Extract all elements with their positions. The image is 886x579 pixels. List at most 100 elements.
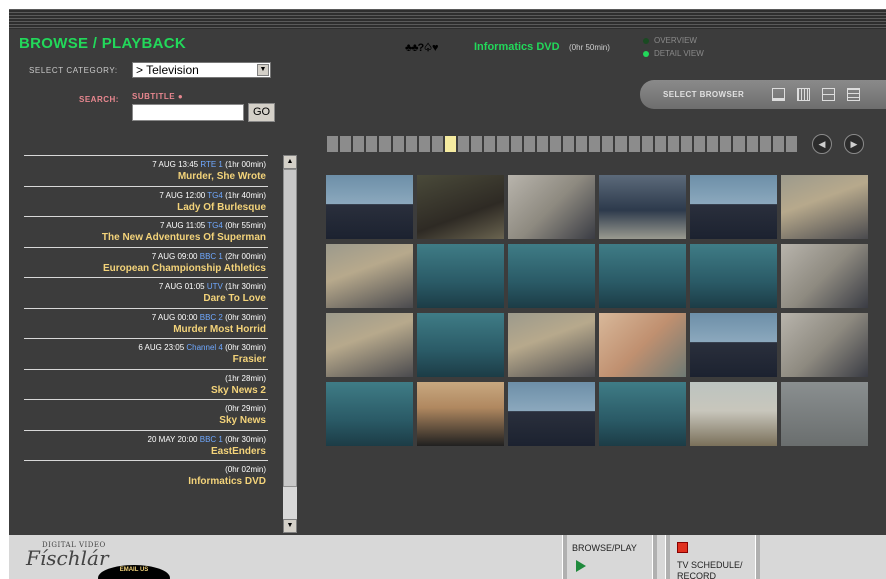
list-item[interactable]: 7 AUG 13:45 RTE 1 (1hr 00min) Murder, She… — [24, 155, 268, 185]
keyframe-thumbnail[interactable] — [326, 313, 413, 377]
search-input[interactable] — [132, 104, 244, 121]
record-icon[interactable] — [677, 542, 688, 553]
keyframe-thumbnail[interactable] — [508, 175, 595, 239]
search-label: SEARCH: — [79, 95, 119, 104]
timeline-segment[interactable] — [353, 136, 365, 152]
keyframe-thumbnail[interactable] — [690, 175, 777, 239]
timeline-segment[interactable] — [733, 136, 745, 152]
timeline-segment[interactable] — [680, 136, 693, 152]
prev-page-icon[interactable]: ◀ — [812, 134, 832, 154]
timeline-segment[interactable] — [510, 136, 522, 152]
timeline-segment[interactable] — [785, 136, 797, 152]
timeline-segment[interactable] — [418, 136, 430, 152]
grid-small-icon[interactable] — [797, 88, 810, 101]
keyframe-thumbnail[interactable] — [781, 382, 868, 446]
keyframe-thumbnail[interactable] — [508, 382, 595, 446]
scroll-up-icon[interactable]: ▲ — [283, 155, 297, 169]
grid-large-icon[interactable] — [847, 88, 860, 101]
category-select[interactable]: > Television ▼ — [132, 62, 271, 78]
list-item[interactable]: 7 AUG 12:00 TG4 (1hr 40min) Lady Of Burle… — [24, 185, 268, 216]
list-item[interactable]: 20 MAY 20:00 BBC 1 (0hr 30min) EastEnders — [24, 429, 268, 460]
timeline-bar[interactable] — [327, 136, 797, 152]
timeline-segment[interactable] — [720, 136, 732, 152]
timeline-segment[interactable] — [589, 136, 601, 152]
keyframe-thumbnail[interactable] — [417, 244, 504, 308]
play-icon[interactable] — [576, 560, 586, 572]
keyframe-thumbnail[interactable] — [417, 175, 504, 239]
keyframe-thumbnail[interactable] — [417, 382, 504, 446]
timeline-segment[interactable] — [484, 136, 496, 152]
next-page-icon[interactable]: ▶ — [844, 134, 864, 154]
timeline-segment[interactable] — [694, 136, 706, 152]
keyframe-thumbnail[interactable] — [508, 244, 595, 308]
timeline-segment[interactable] — [654, 136, 666, 152]
tv-schedule-button[interactable]: TV SCHEDULE/ RECORD — [677, 560, 743, 579]
detail-view-option[interactable]: DETAIL VIEW — [643, 49, 704, 58]
list-item[interactable]: (0hr 29min) Sky News — [24, 399, 268, 429]
timeline-segment[interactable] — [327, 136, 339, 152]
timeline-segment[interactable] — [523, 136, 535, 152]
keyframe-thumbnail[interactable] — [690, 244, 777, 308]
keyframe-thumbnail[interactable] — [326, 382, 413, 446]
keyframe-thumbnail[interactable] — [326, 244, 413, 308]
go-button[interactable]: GO — [248, 103, 275, 122]
timeline-segment[interactable] — [615, 136, 627, 152]
timeline-segment[interactable] — [641, 136, 653, 152]
timeline-segment[interactable] — [392, 136, 404, 152]
scroll-thumb[interactable] — [283, 169, 297, 487]
keyframe-grid — [326, 175, 868, 446]
keyframe-thumbnail[interactable] — [690, 382, 777, 446]
list-item[interactable]: 7 AUG 00:00 BBC 2 (0hr 30min) Murder Most… — [24, 307, 268, 338]
list-item[interactable]: 7 AUG 11:05 TG4 (0hr 55min) The New Adven… — [24, 216, 268, 246]
single-frame-icon[interactable] — [772, 88, 785, 101]
scroll-down-icon[interactable]: ▼ — [283, 519, 297, 533]
chevron-down-icon[interactable]: ▼ — [257, 64, 269, 76]
timeline-segment[interactable] — [379, 136, 391, 152]
keyframe-thumbnail[interactable] — [781, 244, 868, 308]
timeline-segment[interactable] — [562, 136, 575, 152]
keyframe-thumbnail[interactable] — [690, 313, 777, 377]
timeline-segment[interactable] — [549, 136, 561, 152]
keyframe-thumbnail[interactable] — [417, 313, 504, 377]
browse-play-label[interactable]: BROWSE/PLAY — [572, 543, 637, 553]
keyframe-thumbnail[interactable] — [508, 313, 595, 377]
list-item[interactable]: 7 AUG 01:05 UTV (1hr 30min) Dare To Love — [24, 277, 268, 307]
timeline-segment[interactable] — [759, 136, 771, 152]
timeline-segment[interactable] — [628, 136, 640, 152]
timeline-segment[interactable] — [536, 136, 548, 152]
timeline-segment[interactable] — [602, 136, 614, 152]
radio-on-icon — [643, 50, 649, 57]
list-item[interactable]: (0hr 02min) Informatics DVD — [24, 460, 268, 490]
keyframe-thumbnail[interactable] — [599, 175, 686, 239]
program-meta: (1hr 28min) — [225, 373, 266, 383]
timeline-segment[interactable] — [444, 136, 457, 152]
program-meta: 7 AUG 12:00 TG4 (1hr 40min) — [159, 190, 266, 200]
keyframe-thumbnail[interactable] — [599, 244, 686, 308]
timeline-segment[interactable] — [707, 136, 719, 152]
timeline-segment[interactable] — [405, 136, 417, 152]
select-browser-label: SELECT BROWSER — [663, 90, 745, 99]
timeline-segment[interactable] — [576, 136, 588, 152]
grid-medium-icon[interactable] — [822, 88, 835, 101]
keyframe-thumbnail[interactable] — [781, 313, 868, 377]
timeline-segment[interactable] — [667, 136, 679, 152]
timeline-segment[interactable] — [772, 136, 784, 152]
overview-option[interactable]: OVERVIEW — [643, 36, 697, 45]
timeline-segment[interactable] — [746, 136, 758, 152]
keyframe-thumbnail[interactable] — [326, 175, 413, 239]
timeline-segment[interactable] — [458, 136, 470, 152]
keyframe-thumbnail[interactable] — [781, 175, 868, 239]
list-item[interactable]: 7 AUG 09:00 BBC 1 (2hr 00min) European Ch… — [24, 246, 268, 277]
keyframe-thumbnail[interactable] — [599, 382, 686, 446]
timeline-segment[interactable] — [471, 136, 483, 152]
timeline-segment[interactable] — [497, 136, 509, 152]
list-item[interactable]: (1hr 28min) Sky News 2 — [24, 368, 268, 399]
timeline-segment[interactable] — [431, 136, 443, 152]
keyframe-thumbnail[interactable] — [599, 313, 686, 377]
list-item[interactable]: 6 AUG 23:05 Channel 4 (0hr 30min) Frasier — [24, 338, 268, 368]
timeline-segment[interactable] — [340, 136, 352, 152]
program-name: Frasier — [232, 354, 266, 365]
list-scrollbar[interactable]: ▲ ▼ — [283, 155, 297, 533]
program-meta: 7 AUG 01:05 UTV (1hr 30min) — [158, 282, 266, 291]
timeline-segment[interactable] — [366, 136, 378, 152]
